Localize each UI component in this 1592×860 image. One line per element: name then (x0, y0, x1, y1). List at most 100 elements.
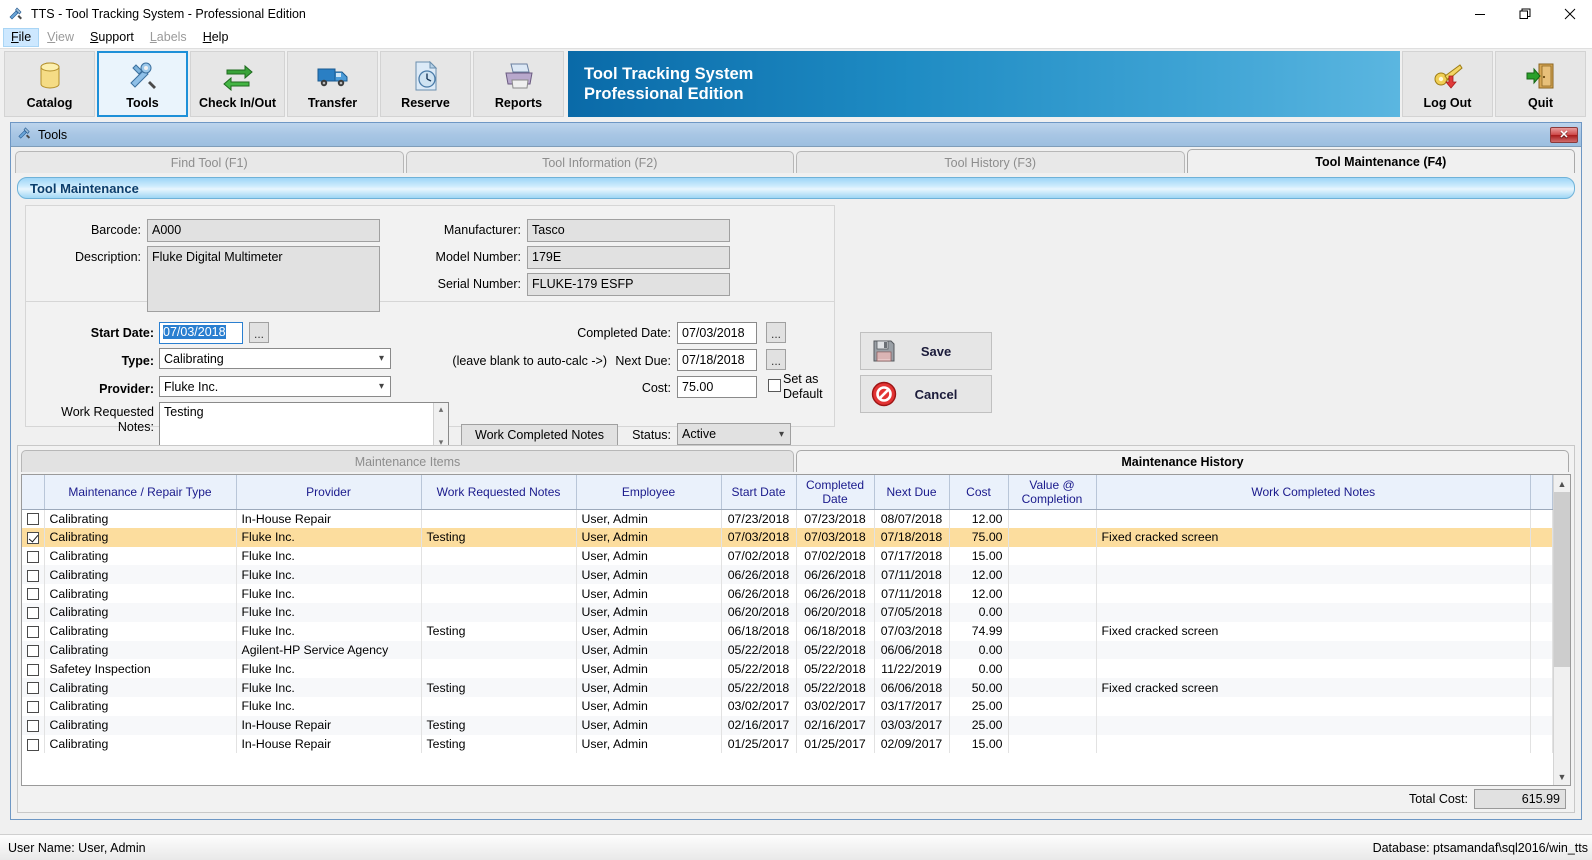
checkbox-icon[interactable] (27, 645, 39, 657)
row-select-checkbox[interactable] (22, 641, 44, 660)
tab-tool-history[interactable]: Tool History (F3) (796, 151, 1185, 173)
serial-number-field[interactable]: FLUKE-179 ESFP (527, 273, 730, 296)
start-date-field[interactable]: 07/03/2018 (159, 322, 243, 344)
checkbox-icon[interactable] (27, 682, 39, 694)
checkbox-icon[interactable] (27, 739, 39, 751)
menu-file[interactable]: File (3, 28, 39, 47)
table-row[interactable]: Safetey InspectionFluke Inc.User, Admin0… (22, 659, 1553, 678)
work-requested-notes-scrollbar[interactable]: ▴ ▾ (433, 403, 448, 449)
manufacturer-field[interactable]: Tasco (527, 219, 730, 242)
col-value-at-completion[interactable]: Value @ Completion (1008, 475, 1096, 509)
cancel-button[interactable]: Cancel (860, 375, 992, 413)
table-row[interactable]: CalibratingAgilent-HP Service AgencyUser… (22, 641, 1553, 660)
model-number-field[interactable]: 179E (527, 246, 730, 269)
menu-support[interactable]: Support (82, 28, 142, 47)
table-row[interactable]: CalibratingFluke Inc.User, Admin06/26/20… (22, 584, 1553, 603)
row-select-checkbox[interactable] (22, 565, 44, 584)
row-select-checkbox[interactable] (22, 716, 44, 735)
table-row[interactable]: CalibratingFluke Inc.User, Admin06/26/20… (22, 565, 1553, 584)
checkbox-icon[interactable] (27, 664, 39, 676)
row-select-checkbox[interactable] (22, 584, 44, 603)
toolbar-button-catalog[interactable]: Catalog (4, 51, 95, 117)
toolbar-button-checkinout[interactable]: Check In/Out (190, 51, 285, 117)
next-due-picker-button[interactable]: ... (766, 349, 786, 370)
col-cost[interactable]: Cost (949, 475, 1008, 509)
row-select-checkbox[interactable] (22, 622, 44, 641)
row-select-checkbox[interactable] (22, 678, 44, 697)
close-button[interactable] (1547, 0, 1592, 28)
table-row[interactable]: CalibratingFluke Inc.User, Admin06/20/20… (22, 603, 1553, 622)
barcode-field[interactable]: A000 (147, 219, 380, 242)
tab-find-tool[interactable]: Find Tool (F1) (15, 151, 404, 173)
table-row[interactable]: CalibratingIn-House RepairTestingUser, A… (22, 735, 1553, 754)
row-select-checkbox[interactable] (22, 509, 44, 528)
description-field[interactable]: Fluke Digital Multimeter (147, 246, 380, 312)
checkbox-icon[interactable] (27, 551, 39, 563)
status-combo[interactable]: Active ▾ (677, 423, 791, 445)
cost-field[interactable]: 75.00 (677, 376, 757, 398)
menu-view[interactable]: View (39, 28, 82, 47)
checkbox-icon[interactable] (27, 588, 39, 600)
scroll-up-icon[interactable]: ▴ (439, 404, 444, 415)
scrollbar-track[interactable] (1554, 667, 1570, 768)
menu-labels[interactable]: Labels (142, 28, 195, 47)
table-row[interactable]: CalibratingIn-House RepairUser, Admin07/… (22, 509, 1553, 528)
table-row[interactable]: CalibratingFluke Inc.User, Admin03/02/20… (22, 697, 1553, 716)
tab-maintenance-history[interactable]: Maintenance History (796, 450, 1569, 472)
completed-date-picker-button[interactable]: ... (766, 322, 786, 343)
scroll-up-icon[interactable]: ▲ (1554, 475, 1570, 492)
toolbar-button-transfer[interactable]: Transfer (287, 51, 378, 117)
minimize-button[interactable] (1457, 0, 1502, 28)
next-due-field[interactable]: 07/18/2018 (677, 349, 757, 371)
col-select[interactable] (22, 475, 44, 509)
checkbox-checked-icon[interactable] (27, 532, 39, 544)
scroll-down-icon[interactable]: ▼ (1554, 768, 1570, 785)
menu-help[interactable]: Help (195, 28, 237, 47)
col-work-completed-notes[interactable]: Work Completed Notes (1096, 475, 1531, 509)
col-provider[interactable]: Provider (236, 475, 421, 509)
child-window-close-button[interactable]: ✕ (1550, 127, 1578, 143)
col-employee[interactable]: Employee (576, 475, 721, 509)
col-next-due[interactable]: Next Due (874, 475, 949, 509)
set-as-default-checkbox[interactable] (768, 379, 781, 392)
col-completed-date[interactable]: Completed Date (796, 475, 874, 509)
provider-combo[interactable]: Fluke Inc. ▾ (159, 376, 391, 397)
start-date-picker-button[interactable]: ... (249, 322, 269, 343)
checkbox-icon[interactable] (27, 626, 39, 638)
tab-tool-maintenance[interactable]: Tool Maintenance (F4) (1187, 149, 1576, 173)
row-select-checkbox[interactable] (22, 528, 44, 547)
col-work-requested-notes[interactable]: Work Requested Notes (421, 475, 576, 509)
work-requested-notes-textarea[interactable]: Testing ▴ ▾ (159, 402, 449, 450)
scrollbar-thumb[interactable] (1554, 492, 1570, 667)
row-select-checkbox[interactable] (22, 697, 44, 716)
col-maintenance-repair-type[interactable]: Maintenance / Repair Type (44, 475, 236, 509)
row-select-checkbox[interactable] (22, 659, 44, 678)
table-row[interactable]: CalibratingFluke Inc.User, Admin07/02/20… (22, 547, 1553, 566)
toolbar-button-reserve[interactable]: Reserve (380, 51, 471, 117)
grid-vertical-scrollbar[interactable]: ▲ ▼ (1553, 475, 1570, 785)
row-select-checkbox[interactable] (22, 547, 44, 566)
tab-maintenance-items[interactable]: Maintenance Items (21, 450, 794, 472)
checkbox-icon[interactable] (27, 570, 39, 582)
toolbar-button-tools[interactable]: Tools (97, 51, 188, 117)
toolbar-button-reports[interactable]: Reports (473, 51, 564, 117)
checkbox-icon[interactable] (27, 701, 39, 713)
row-select-checkbox[interactable] (22, 603, 44, 622)
completed-date-field[interactable]: 07/03/2018 (677, 322, 757, 344)
table-row[interactable]: CalibratingIn-House RepairTestingUser, A… (22, 716, 1553, 735)
cell-completed-date: 06/26/2018 (796, 565, 874, 584)
checkbox-icon[interactable] (27, 513, 39, 525)
toolbar-button-quit[interactable]: Quit (1495, 51, 1586, 117)
save-button[interactable]: Save (860, 332, 992, 370)
table-row[interactable]: CalibratingFluke Inc.TestingUser, Admin0… (22, 678, 1553, 697)
maximize-restore-button[interactable] (1502, 0, 1547, 28)
tab-tool-information[interactable]: Tool Information (F2) (406, 151, 795, 173)
row-select-checkbox[interactable] (22, 735, 44, 754)
toolbar-button-logout[interactable]: Log Out (1402, 51, 1493, 117)
table-row[interactable]: CalibratingFluke Inc.TestingUser, Admin0… (22, 622, 1553, 641)
type-combo[interactable]: Calibrating ▾ (159, 348, 391, 369)
table-row[interactable]: CalibratingFluke Inc.TestingUser, Admin0… (22, 528, 1553, 547)
col-start-date[interactable]: Start Date (721, 475, 796, 509)
checkbox-icon[interactable] (27, 607, 39, 619)
checkbox-icon[interactable] (27, 720, 39, 732)
